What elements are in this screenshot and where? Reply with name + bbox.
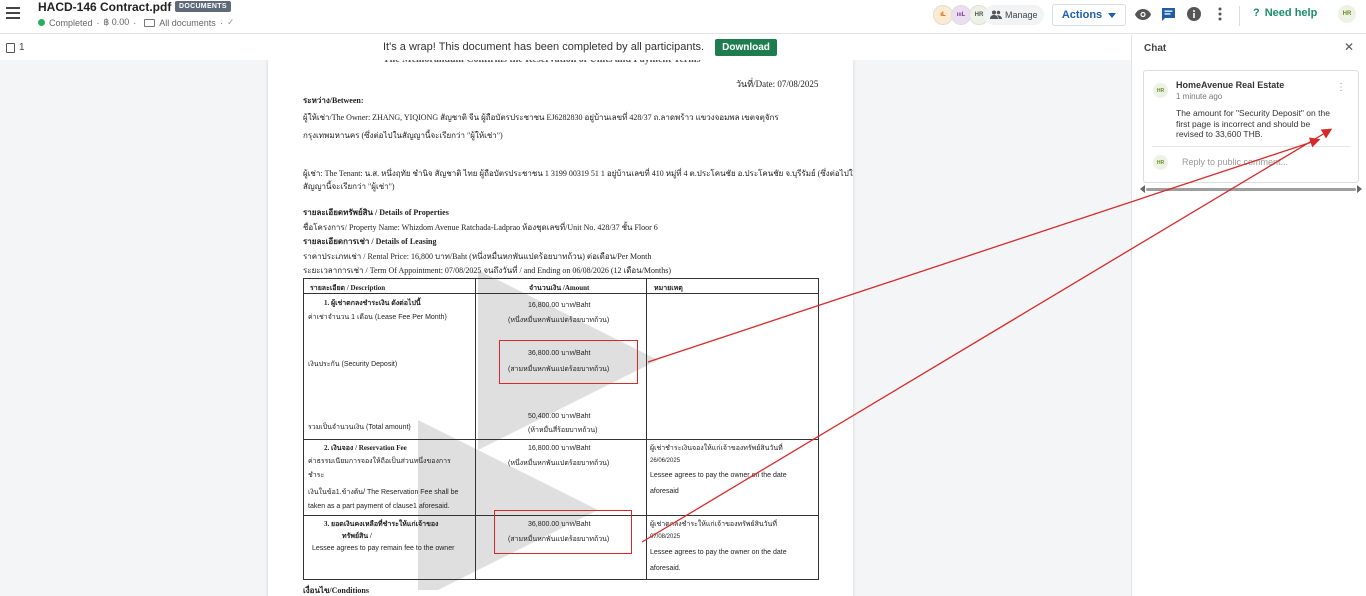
row-item: Lessee agrees to pay remain fee to the o… [312, 545, 455, 552]
comment-time: 1 minute ago [1176, 92, 1223, 101]
properties-heading: รายละเอียดทรัพย์สิน / Details of Propert… [303, 208, 449, 217]
horizontal-scrollbar[interactable] [1146, 188, 1356, 191]
row-amount-words: (หนึ่งหมื่นหกพันแปดร้อยบาทถ้วน) [508, 460, 610, 467]
scroll-left-icon[interactable] [1140, 185, 1145, 193]
page-indicator[interactable]: 1 [6, 42, 25, 53]
row-amount-words: (หนึ่งหมื่นหกพันแปดร้อยบาทถ้วน) [508, 317, 610, 324]
more-vertical-icon[interactable]: ⋮ [1336, 82, 1346, 93]
chevron-down-icon [1108, 12, 1117, 18]
eye-icon[interactable] [1135, 6, 1151, 22]
chat-panel: Chat ✕ HR HomeAvenue Real Estate 1 minut… [1131, 35, 1366, 596]
document-page: The Memorandum Confirms the Reservation … [268, 60, 853, 596]
download-button[interactable]: Download [715, 39, 777, 56]
comment-text: The amount for "Security Deposit" on the… [1176, 108, 1330, 139]
page-title-cropped: The Memorandum Confirms the Reservation … [383, 60, 701, 65]
manage-label: Manage [1005, 10, 1038, 20]
user-avatar[interactable]: HR [1338, 5, 1356, 23]
comment-card[interactable]: HR HomeAvenue Real Estate 1 minute ago ⋮… [1143, 70, 1359, 183]
manage-button[interactable]: Manage [984, 5, 1044, 25]
row-item: taken as a part payment of clause1 afore… [308, 503, 450, 510]
row-note: aforesaid. [650, 565, 681, 572]
participant-avatars[interactable]: ıL ıııL HR [933, 5, 989, 25]
row-item: เงินในข้อ1.ข้างต้น/ The Reservation Fee … [308, 489, 459, 496]
owner-line-2: กรุงเทพมหานคร (ซึ่งต่อไปในสัญญานี้จะเรีย… [303, 131, 503, 140]
row-item: ชำระ [308, 472, 325, 479]
leasing-heading: รายละเอียดการเช่า / Details of Leasing [303, 237, 437, 246]
row-note: 26/06/2025 [650, 458, 681, 464]
row-amount: 16,800.00 บาท/Baht [528, 302, 591, 309]
row-amount-words: (ห้าหมื่นสี่ร้อยบาทถ้วน) [528, 427, 598, 434]
row-title: 3. ยอดเงินคงเหลือที่ชำระให้แก่เจ้าของ [324, 520, 439, 528]
info-icon[interactable] [1186, 6, 1202, 22]
avatar: HR [1153, 155, 1168, 170]
avatar: HR [1153, 83, 1168, 98]
price-line: ราคาประเภทเช่า / Rental Price: 16,800 บา… [303, 252, 652, 261]
chat-icon[interactable] [1160, 6, 1176, 22]
row-note: ผู้เช่าตกลงชำระให้แก่เจ้าของทรัพย์สินวัน… [650, 521, 777, 528]
row-item: เงินประกัน (Security Deposit) [308, 361, 398, 368]
table-header: จำนวนเงิน /Amount [529, 284, 590, 292]
actions-button[interactable]: Actions [1052, 4, 1126, 26]
chat-title: Chat [1144, 43, 1167, 54]
separator: · [133, 17, 137, 28]
contract-date: วันที่/Date: 07/08/2025 [736, 79, 819, 89]
separator: · [219, 17, 223, 28]
row-note: Lessee agrees to pay the owner on the da… [650, 472, 787, 479]
annotation-box-security-deposit [499, 340, 638, 384]
banner-message: It's a wrap! This document has been comp… [383, 41, 705, 53]
annotation-box-remaining-fee [494, 510, 632, 554]
folder-icon [144, 18, 156, 27]
scroll-right-icon[interactable] [1357, 185, 1362, 193]
pages-icon [6, 42, 15, 53]
documents-tag: DOCUMENTS [175, 1, 231, 12]
between-heading: ระหว่าง/Between: [303, 96, 364, 105]
menu-icon[interactable] [6, 7, 20, 19]
page-count: 1 [19, 42, 25, 53]
table-header: หมายเหตุ [654, 284, 683, 292]
document-status-row: Completed · ฿ 0.00 · All documents · ✓ [38, 17, 234, 28]
row-note: Lessee agrees to pay the owner on the da… [650, 549, 787, 556]
need-help-label: Need help [1264, 7, 1318, 19]
row-item: รวมเป็นจำนวนเงิน (Total amount) [308, 424, 411, 431]
row-item: ค่าธรรมเนียมการจองให้ถือเป็นส่วนหนึ่งของ… [308, 458, 451, 465]
status-dot-icon [38, 19, 45, 26]
more-vertical-icon[interactable] [1212, 6, 1228, 22]
people-icon [990, 10, 1002, 21]
document-title: HACD-146 Contract.pdf [38, 0, 172, 14]
row-note: 07/08/2025 [650, 534, 681, 540]
separator: · [96, 17, 100, 28]
reply-input[interactable]: Reply to public comment... [1182, 157, 1288, 167]
check-icon: ✓ [226, 17, 235, 27]
owner-line: ผู้ให้เช่า/The Owner: ZHANG, YIQIONG สัญ… [303, 113, 779, 122]
row-title: 2. เงินจอง / Reservation Fee [324, 444, 407, 452]
comment-author: HomeAvenue Real Estate [1176, 80, 1285, 90]
status-text: Completed [49, 17, 93, 28]
conditions-heading: เงื่อนไข/Conditions [303, 586, 369, 595]
divider [1152, 146, 1350, 147]
avatar[interactable]: ıL [933, 5, 953, 25]
divider [1239, 6, 1240, 26]
top-bar: HACD-146 Contract.pdf DOCUMENTS Complete… [0, 0, 1366, 34]
tenant-line: ผู้เช่า: The Tenant: น.ส. หนึ่งฤทัย ชำนิ… [303, 169, 853, 178]
tenant-line-2: สัญญานี้จะเรียกว่า "ผู้เช่า") [303, 182, 395, 191]
actions-label: Actions [1061, 9, 1103, 21]
project-line: ชื่อโครงการ/ Property Name: Whizdom Aven… [303, 223, 658, 232]
row-item: ค่าเช่าจำนวน 1 เดือน (Lease Fee Per Mont… [308, 314, 447, 321]
row-note: ผู้เช่าชำระเงินจองให้แก่เจ้าของทรัพย์สิน… [650, 445, 783, 452]
row-title: ทรัพย์สิน / [342, 532, 372, 540]
document-viewer[interactable]: The Memorandum Confirms the Reservation … [0, 60, 1131, 596]
completion-banner: 1 It's a wrap! This document has been co… [0, 35, 1131, 60]
close-icon[interactable]: ✕ [1344, 40, 1354, 54]
row-note: aforesaid [650, 488, 679, 495]
row-title: 1. ผู้เช่าตกลงชำระเงิน ดังต่อไปนี้ [324, 299, 421, 307]
need-help-link[interactable]: ? Need help [1253, 7, 1317, 19]
table-header: รายละเอียด / Description [310, 284, 386, 292]
row-amount: 50,400.00 บาท/Baht [528, 413, 591, 420]
row-amount: 16,800.00 บาท/Baht [528, 445, 591, 452]
amount-text: ฿ 0.00 [103, 17, 130, 27]
help-icon: ? [1253, 7, 1260, 19]
avatar[interactable]: ıııL [951, 5, 971, 25]
folder-link[interactable]: All documents [159, 18, 216, 28]
